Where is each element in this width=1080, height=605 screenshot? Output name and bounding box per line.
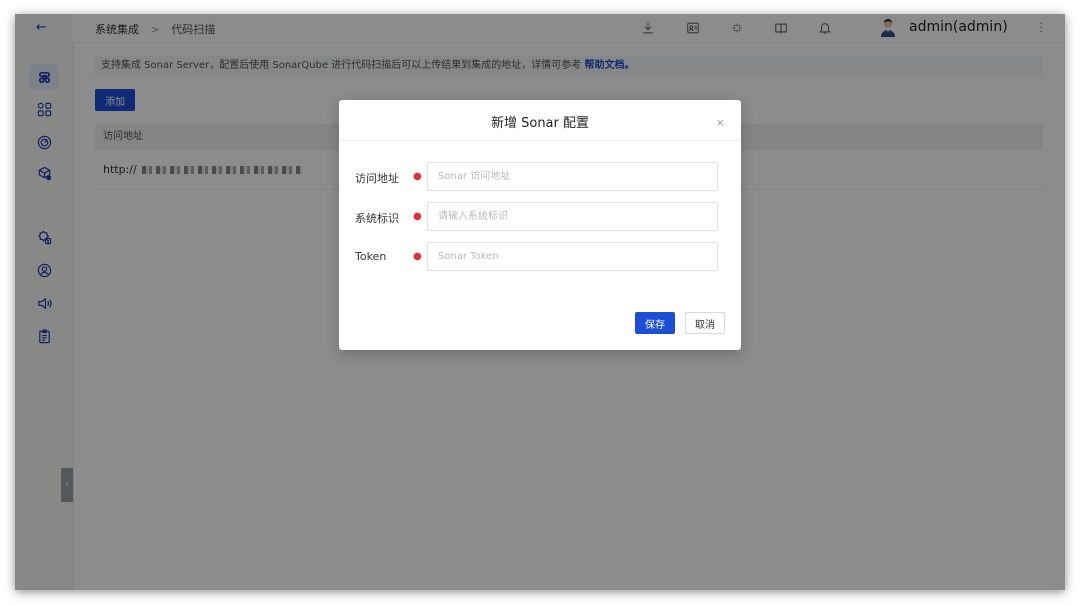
cancel-button[interactable]: 取消 [685,312,725,334]
required-marker: ● [413,171,422,182]
token-input[interactable] [427,242,718,271]
dialog-title: 新增 Sonar 配置 [490,116,590,131]
field-label-token: Token [355,250,387,263]
field-label-address: 访问地址 [355,172,399,185]
save-button[interactable]: 保存 [635,312,675,334]
app-window: ← › 系统集成 > 代码扫描 admin(admin) ⋮ 支持集成 Sona… [15,14,1065,590]
sonar-config-dialog: 新增 Sonar 配置 × 访问地址 ● 系统标识 ● Token ● 保存 取… [339,100,741,350]
system-id-input[interactable] [427,202,718,231]
address-input[interactable] [427,162,718,191]
close-icon[interactable]: × [716,116,725,129]
required-marker: ● [413,211,422,222]
required-marker: ● [413,251,422,262]
field-label-system-id: 系统标识 [355,212,399,225]
dialog-divider [339,140,741,141]
